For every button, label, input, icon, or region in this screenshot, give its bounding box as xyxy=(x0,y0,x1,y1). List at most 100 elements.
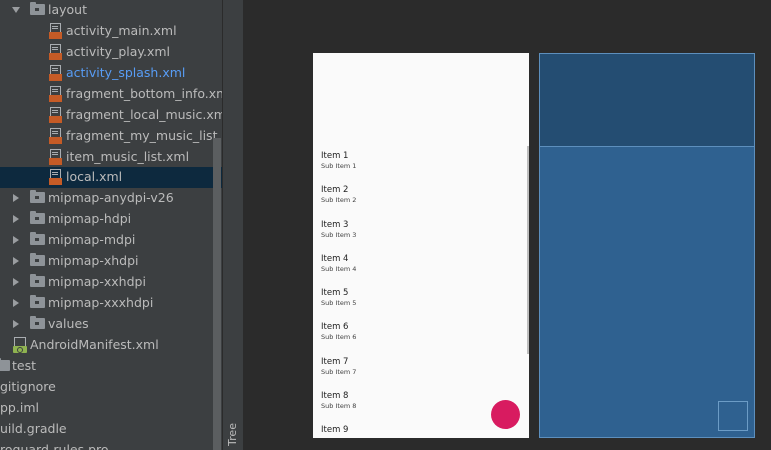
tree-item-label: local.xml xyxy=(66,169,123,184)
tree-item-label: activity_main.xml xyxy=(66,23,177,38)
tree-file-android-manifest[interactable]: AndroidManifest.xml xyxy=(0,335,222,356)
chevron-right-icon[interactable] xyxy=(13,278,19,286)
list-item[interactable]: Item 5 Sub Item 5 xyxy=(321,288,511,308)
design-preview-screen[interactable]: Item 1 Sub Item 1 Item 2 Sub Item 2 Item… xyxy=(313,53,529,438)
list-item[interactable]: Item 9 xyxy=(321,425,511,436)
folder-icon xyxy=(30,211,45,224)
tree-item-label: mipmap-xxhdpi xyxy=(48,274,146,289)
tree-folder-mipmap-hdpi[interactable]: mipmap-hdpi xyxy=(0,209,222,230)
tree-item-label: activity_play.xml xyxy=(66,44,171,59)
layout-xml-icon xyxy=(49,86,62,102)
tree-file-proguard-rules[interactable]: roguard-rules.pro xyxy=(0,440,222,450)
list-item[interactable]: Item 1 Sub Item 1 xyxy=(321,151,511,171)
tree-file-build-gradle[interactable]: uild.gradle xyxy=(0,419,222,440)
tree-item-label: activity_splash.xml xyxy=(66,65,186,80)
chevron-right-icon[interactable] xyxy=(13,257,19,265)
tree-item-label: uild.gradle xyxy=(0,421,67,436)
chevron-right-icon[interactable] xyxy=(13,215,19,223)
list-item-title: Item 3 xyxy=(321,220,349,230)
list-item[interactable]: Item 8 Sub Item 8 xyxy=(321,391,511,411)
tree-folder-mipmap-mdpi[interactable]: mipmap-mdpi xyxy=(0,230,222,251)
blueprint-top-region[interactable] xyxy=(540,54,754,147)
blueprint-preview[interactable] xyxy=(539,53,755,438)
list-item-title: Item 2 xyxy=(321,185,349,195)
tree-item-label: layout xyxy=(48,2,88,17)
layout-xml-icon xyxy=(49,107,62,123)
folder-icon xyxy=(30,2,45,15)
tree-item-label: mipmap-xxxhdpi xyxy=(48,295,154,310)
list-item-title: Item 4 xyxy=(321,254,349,264)
tree-folder-mipmap-xxxhdpi[interactable]: mipmap-xxxhdpi xyxy=(0,293,222,314)
tree-item-label: mipmap-hdpi xyxy=(48,211,132,226)
folder-icon xyxy=(30,274,45,287)
list-item[interactable]: Item 2 Sub Item 2 xyxy=(321,185,511,205)
folder-icon xyxy=(30,253,45,266)
tree-folder-layout[interactable]: layout xyxy=(0,0,222,21)
layout-xml-icon xyxy=(49,149,62,165)
list-item-subtitle: Sub Item 7 xyxy=(321,368,357,376)
list-item-title: Item 7 xyxy=(321,357,349,367)
tree-item-label: roguard-rules.pro xyxy=(0,442,109,450)
tree-folder-test[interactable]: test xyxy=(0,356,222,377)
chevron-right-icon[interactable] xyxy=(13,299,19,307)
preview-scrollbar xyxy=(527,146,529,354)
list-item-title: Item 6 xyxy=(321,322,349,332)
tree-scrollbar[interactable] xyxy=(213,138,221,450)
tree-file-fragment-my-music-list[interactable]: fragment_my_music_list.xml xyxy=(0,126,222,147)
tree-item-label: pp.iml xyxy=(0,400,39,415)
tree-file-app-iml[interactable]: pp.iml xyxy=(0,398,222,419)
tree-item-label: mipmap-xhdpi xyxy=(48,253,139,268)
list-item-title: Item 1 xyxy=(321,151,349,161)
list-item-title: Item 5 xyxy=(321,288,349,298)
tree-item-label: gitignore xyxy=(0,379,56,394)
folder-icon xyxy=(30,232,45,245)
layout-xml-icon xyxy=(49,44,62,60)
folder-icon xyxy=(0,358,10,371)
tree-file-item-music-list[interactable]: item_music_list.xml xyxy=(0,147,222,168)
folder-icon xyxy=(30,316,45,329)
list-item-subtitle: Sub Item 1 xyxy=(321,162,357,170)
tree-folder-mipmap-anydpi-v26[interactable]: mipmap-anydpi-v26 xyxy=(0,188,222,209)
tree-file-activity-play[interactable]: activity_play.xml xyxy=(0,42,222,63)
tree-item-label: item_music_list.xml xyxy=(66,149,190,164)
list-item[interactable]: Item 7 Sub Item 7 xyxy=(321,357,511,377)
list-item[interactable]: Item 6 Sub Item 6 xyxy=(321,322,511,342)
tree-item-label: fragment_local_music.xml xyxy=(66,107,222,122)
tree-file-local[interactable]: local.xml xyxy=(0,167,222,188)
android-manifest-icon xyxy=(13,337,27,353)
tree-file-fragment-bottom-info[interactable]: fragment_bottom_info.xml xyxy=(0,84,222,105)
blueprint-fab-outline[interactable] xyxy=(718,401,748,431)
tree-file-gitignore[interactable]: gitignore xyxy=(0,377,222,398)
tree-item-label: AndroidManifest.xml xyxy=(30,337,159,352)
tree-item-label: values xyxy=(48,316,89,331)
tree-item-label: mipmap-mdpi xyxy=(48,232,136,247)
layout-xml-icon xyxy=(49,169,62,185)
side-tool-strip: Tree xyxy=(222,0,243,450)
layout-xml-icon xyxy=(49,65,62,81)
chevron-right-icon[interactable] xyxy=(13,236,19,244)
layout-xml-icon xyxy=(49,128,62,144)
list-item-subtitle: Sub Item 6 xyxy=(321,333,357,341)
tree-folder-values[interactable]: values xyxy=(0,314,222,335)
chevron-right-icon[interactable] xyxy=(13,194,19,202)
tree-file-fragment-local-music[interactable]: fragment_local_music.xml xyxy=(0,105,222,126)
layout-xml-icon xyxy=(49,23,62,39)
list-item-subtitle: Sub Item 5 xyxy=(321,299,357,307)
tree-item-label: fragment_my_music_list.xml xyxy=(66,128,222,143)
tree-file-activity-splash[interactable]: activity_splash.xml xyxy=(0,63,222,84)
component-tree-tab[interactable]: Tree xyxy=(225,423,241,450)
list-item-title: Item 9 xyxy=(321,425,349,435)
list-item-title: Item 8 xyxy=(321,391,349,401)
tree-item-label: fragment_bottom_info.xml xyxy=(66,86,222,101)
tree-item-label: test xyxy=(12,358,37,373)
list-item[interactable]: Item 4 Sub Item 4 xyxy=(321,254,511,274)
tree-folder-mipmap-xxhdpi[interactable]: mipmap-xxhdpi xyxy=(0,272,222,293)
chevron-down-icon[interactable] xyxy=(12,7,20,13)
list-item-subtitle: Sub Item 2 xyxy=(321,196,357,204)
floating-action-button[interactable] xyxy=(491,400,520,429)
chevron-right-icon[interactable] xyxy=(13,320,19,328)
tree-folder-mipmap-xhdpi[interactable]: mipmap-xhdpi xyxy=(0,251,222,272)
tree-file-activity-main[interactable]: activity_main.xml xyxy=(0,21,222,42)
list-item-subtitle: Sub Item 3 xyxy=(321,231,357,239)
list-item[interactable]: Item 3 Sub Item 3 xyxy=(321,220,511,240)
